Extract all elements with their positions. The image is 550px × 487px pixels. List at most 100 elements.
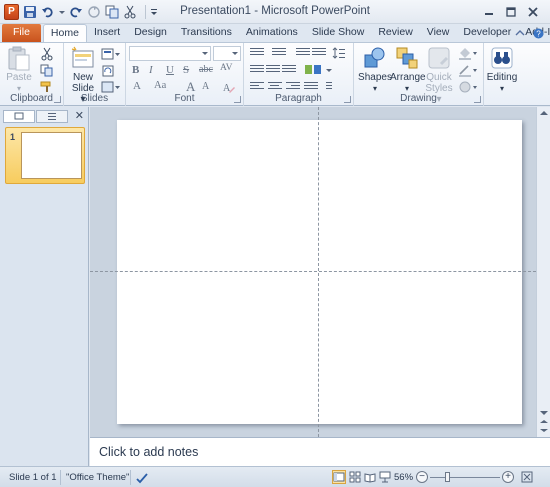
- group-editing: Editing ▾: [484, 43, 520, 106]
- fit-to-window-icon: [521, 471, 533, 483]
- notes-placeholder[interactable]: Click to add notes: [99, 445, 198, 459]
- character-spacing-button[interactable]: AV: [220, 63, 233, 73]
- new-slide-icon: [71, 46, 95, 70]
- cut-icon[interactable]: [40, 47, 54, 61]
- window-title: Presentation1 - Microsoft PowerPoint: [180, 5, 370, 17]
- tab-view[interactable]: View: [420, 24, 457, 42]
- slide-editing-area[interactable]: [90, 107, 536, 437]
- align-text-icon[interactable]: [266, 65, 280, 77]
- reading-view-button[interactable]: [363, 470, 377, 484]
- zoom-slider-thumb[interactable]: [445, 472, 450, 482]
- minimize-button[interactable]: [478, 3, 500, 20]
- group-clipboard: Paste ▾ Clipboard: [0, 43, 64, 106]
- reading-view-icon: [364, 473, 376, 483]
- copy-icon[interactable]: [40, 64, 54, 78]
- italic-button[interactable]: I: [149, 64, 153, 76]
- outline-tab[interactable]: [36, 110, 68, 123]
- paste-icon: [7, 46, 31, 71]
- slide-sorter-icon: [349, 471, 361, 483]
- slides-tab[interactable]: [3, 110, 35, 123]
- shapes-button[interactable]: Shapes ▾: [358, 46, 392, 94]
- spell-check-icon[interactable]: [134, 470, 148, 484]
- tab-animations[interactable]: Animations: [239, 24, 305, 42]
- vertical-scrollbar[interactable]: [536, 107, 550, 437]
- scroll-up-icon[interactable]: [540, 111, 548, 115]
- theme-name[interactable]: "Office Theme": [66, 472, 129, 483]
- shapes-label: Shapes: [358, 72, 392, 83]
- smartart-icon[interactable]: [304, 63, 334, 77]
- slide-sorter-button[interactable]: [348, 470, 362, 484]
- shapes-icon: [363, 46, 387, 70]
- group-font: B I U S abc AV A Aa A A A Font: [126, 43, 244, 106]
- zoom-out-button[interactable]: −: [416, 471, 428, 483]
- zoom-slider-track[interactable]: [430, 477, 500, 478]
- drawing-launcher-icon[interactable]: [474, 96, 481, 103]
- tab-developer[interactable]: Developer: [456, 24, 518, 42]
- tab-file[interactable]: File: [2, 24, 41, 42]
- format-painter-icon[interactable]: [40, 80, 54, 94]
- bold-button[interactable]: B: [132, 64, 139, 76]
- close-pane-icon[interactable]: ✕: [75, 109, 84, 122]
- reset-slide-icon[interactable]: [101, 64, 121, 78]
- shape-effects-icon[interactable]: [458, 80, 478, 94]
- normal-view-icon: [333, 472, 345, 482]
- tab-insert[interactable]: Insert: [87, 24, 127, 42]
- layout-icon[interactable]: [101, 47, 121, 61]
- editing-button[interactable]: Editing ▾: [485, 46, 519, 94]
- restore-icon: [506, 6, 516, 17]
- shrink-font-button[interactable]: A: [202, 81, 209, 92]
- normal-view-button[interactable]: [332, 470, 346, 484]
- increase-indent-icon[interactable]: [312, 48, 326, 60]
- font-name-combo[interactable]: [129, 46, 211, 61]
- columns-icon[interactable]: [282, 65, 296, 77]
- horizontal-guide[interactable]: [90, 271, 536, 272]
- quick-styles-label: Quick: [426, 72, 452, 83]
- close-button[interactable]: [522, 3, 544, 20]
- tab-design[interactable]: Design: [127, 24, 174, 42]
- previous-slide-icon[interactable]: [540, 420, 548, 423]
- tab-home[interactable]: Home: [42, 24, 87, 43]
- zoom-in-button[interactable]: +: [502, 471, 514, 483]
- section-icon[interactable]: [101, 80, 121, 94]
- shape-outline-icon[interactable]: [458, 63, 478, 77]
- shadow-button[interactable]: abc: [199, 64, 213, 75]
- arrange-icon: [395, 46, 419, 70]
- notes-pane[interactable]: Click to add notes: [90, 437, 550, 466]
- font-size-combo[interactable]: [213, 46, 241, 61]
- change-case-button[interactable]: Aa: [154, 80, 166, 91]
- font-launcher-icon[interactable]: [234, 96, 241, 103]
- svg-text:?: ?: [536, 30, 541, 39]
- paragraph-launcher-icon[interactable]: [344, 96, 351, 103]
- slide-canvas[interactable]: [117, 120, 522, 424]
- zoom-level[interactable]: 56%: [394, 472, 413, 483]
- slide-number: 1: [10, 132, 16, 142]
- minimize-ribbon-icon[interactable]: [515, 28, 525, 38]
- vertical-guide[interactable]: [318, 107, 319, 437]
- arrange-button[interactable]: Arrange ▾: [390, 46, 426, 94]
- fit-slide-button[interactable]: [520, 470, 534, 484]
- text-direction-icon[interactable]: [250, 65, 264, 77]
- tab-slide-show[interactable]: Slide Show: [305, 24, 372, 42]
- font-group-label: Font: [174, 93, 195, 104]
- ribbon-home: Paste ▾ Clipboard New Slide ▾ Slides B I…: [0, 42, 550, 106]
- next-slide-icon[interactable]: [540, 429, 548, 432]
- slides-group-label: Slides: [80, 93, 109, 104]
- clipboard-launcher-icon[interactable]: [54, 96, 61, 103]
- shape-fill-icon[interactable]: [458, 46, 478, 60]
- underline-button[interactable]: U: [166, 64, 174, 76]
- tab-review[interactable]: Review: [371, 24, 419, 42]
- paste-button[interactable]: Paste ▾: [5, 46, 33, 94]
- strikethrough-button[interactable]: S: [183, 64, 189, 76]
- numbering-icon[interactable]: [272, 48, 286, 60]
- slide-show-button[interactable]: [378, 470, 392, 484]
- help-icon[interactable]: ?: [533, 28, 544, 39]
- slide-thumbnail-selected[interactable]: 1: [5, 127, 85, 184]
- restore-button[interactable]: [500, 3, 522, 20]
- clear-formatting-icon[interactable]: A: [222, 80, 236, 94]
- line-spacing-icon[interactable]: [332, 46, 346, 60]
- font-color-button[interactable]: A: [133, 80, 141, 92]
- tab-transitions[interactable]: Transitions: [174, 24, 239, 42]
- decrease-indent-icon[interactable]: [296, 48, 310, 60]
- bullets-icon[interactable]: [250, 48, 264, 60]
- scroll-down-icon[interactable]: [540, 411, 548, 415]
